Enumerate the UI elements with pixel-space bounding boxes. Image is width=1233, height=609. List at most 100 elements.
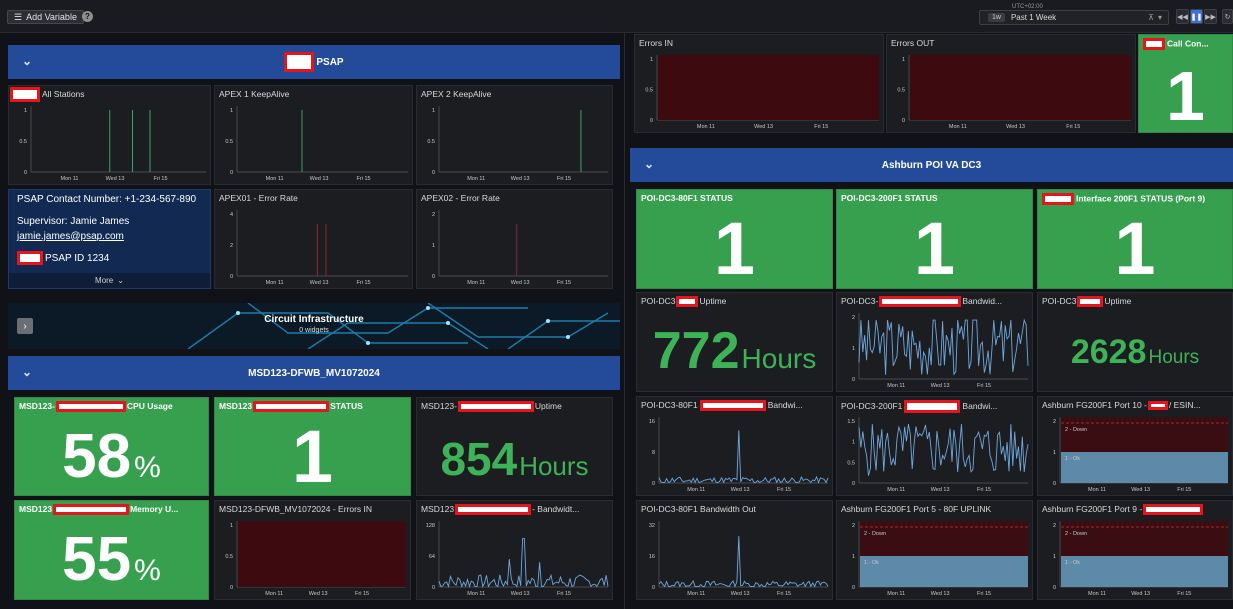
panel-fg200f1-port9[interactable]: Ashburn FG200F1 Port 9 - 2 1 0 Mon 11 Wed 13… (1037, 500, 1233, 600)
panel-apex1-keepalive[interactable]: APEX 1 KeepAlive 1 0.5 0 Mon 11 Wed 13 Fri 15 (214, 85, 413, 185)
section-header-psap[interactable]: ⌄ PSAP (8, 45, 620, 79)
chart-apex01-error-rate: 4 2 0 Mon 11 Wed 13 Fri 15 (230, 210, 408, 286)
panel-msd-uptime[interactable]: MSD123- Uptime 854Hours (416, 397, 613, 496)
stat-value: 1 (291, 415, 334, 496)
chevron-down-icon: ▾ (1157, 13, 1162, 22)
y-tick-label: 1 (1053, 554, 1056, 560)
chart-errors-in: 1 0.5 0 Mon 11 Wed 13 Fri 15 (645, 55, 879, 130)
down-label: 2 - Down (1065, 427, 1087, 433)
y-tick-label: 1 (230, 108, 233, 114)
error-region (910, 55, 1131, 120)
panel-apex01-error-rate[interactable]: APEX01 - Error Rate 4 2 0 Mon 11 Wed 13 Fri 1… (214, 189, 413, 289)
chart-errors-out: 1 0.5 0 Mon 11 Wed 13 Fri 15 (897, 55, 1131, 130)
panel-errors-out[interactable]: Errors OUT 1 0.5 0 Mon 11 Wed 13 Fri 15 (886, 34, 1136, 133)
x-tick-label: Mon 11 (887, 487, 905, 493)
section-title: MSD123-DFWB_MV1072024 (248, 367, 380, 379)
panel-fg200f1-port10[interactable]: Ashburn FG200F1 Port 10 - / ESIN... 2 1 0 Mo… (1037, 396, 1233, 496)
chevron-down-icon: ⌄ (117, 276, 124, 285)
step-back-button[interactable]: ◀◀ (1176, 9, 1189, 24)
panel-title: Interface 200F1 STATUS (Port 9) (1042, 193, 1228, 205)
panel-poi-uptime-1[interactable]: POI-DC3 Uptime 772Hours (636, 292, 833, 392)
panel-poi-80f1-status[interactable]: POI-DC3-80F1 STATUS 1 (636, 189, 833, 289)
panel-apex2-keepalive[interactable]: APEX 2 KeepAlive 1 0.5 0 Mon 11 Wed 13 Fri 15 (416, 85, 613, 185)
x-tick-label: Wed 13 (511, 591, 530, 597)
y-tick-label: 0 (432, 274, 435, 280)
supervisor-name: Supervisor: Jamie James (17, 216, 130, 227)
circuit-infrastructure-row[interactable]: › Circuit Infrastructure 0 widgets (8, 303, 620, 349)
y-tick-label: 1 (24, 108, 27, 114)
panel-title: POI-DC3-80F1 STATUS (641, 193, 733, 203)
x-tick-label: Fri 15 (357, 280, 371, 286)
step-forward-button[interactable]: ▶▶ (1204, 9, 1217, 24)
panel-poi-bandwidth-1[interactable]: POI-DC3- Bandwid... 2 1 0 Mon 11 Wed 13 Fri 15 (836, 292, 1033, 392)
series-line (658, 536, 829, 588)
down-label: 2 - Down (864, 531, 886, 537)
y-tick-label: 0 (902, 118, 905, 124)
more-button[interactable]: More ⌄ (9, 273, 210, 288)
pin-icon[interactable]: ⊼ (1148, 13, 1154, 22)
panel-poi-80f1-bandwidth-out[interactable]: POI-DC3-80F1 Bandwidth Out 32 16 0 Mon 11 We… (636, 500, 833, 600)
time-range-picker[interactable]: 1w Past 1 Week ⊼ ▾ (979, 10, 1169, 25)
stat-value: 772Hours (652, 322, 817, 380)
x-tick-label: Wed 13 (931, 591, 950, 597)
series-line (658, 430, 829, 484)
y-tick-label: 0 (230, 170, 233, 176)
panel-msd-errors-in[interactable]: MSD123-DFWB_MV1072024 - Errors IN 1 0.5 0 M… (214, 500, 411, 600)
down-label: 2 - Down (1065, 531, 1087, 537)
panel-title: POI-DC3 Uptime (641, 296, 727, 308)
panel-errors-in[interactable]: Errors IN 1 0.5 0 Mon 11 Wed 13 Fri 15 (634, 34, 884, 133)
ok-area (1061, 452, 1228, 483)
panel-interface-200f1-status[interactable]: Interface 200F1 STATUS (Port 9) 1 (1037, 189, 1233, 289)
panel-call-con[interactable]: Call Con... 1 (1138, 34, 1233, 133)
chart-fg200f1-port5: 2 1 0 Mon 11 Wed 13 Fri 15 2 - Down 1 - Ok (852, 521, 1028, 597)
x-tick-label: Wed 13 (511, 176, 530, 182)
pause-button[interactable]: ❚❚ (1190, 9, 1203, 24)
supervisor-email-link[interactable]: jamie.james@psap.com (17, 231, 124, 242)
y-tick-label: 0 (1053, 481, 1056, 487)
x-tick-label: Fri 15 (557, 591, 571, 597)
y-tick-label: 0 (432, 585, 435, 591)
x-tick-label: Mon 11 (949, 124, 967, 130)
y-tick-label: 0 (230, 274, 233, 280)
chart-poi-80f1-bandwidth-out: 32 16 0 Mon 11 Wed 13 Fri 15 (649, 521, 829, 597)
x-tick-label: Wed 13 (931, 487, 950, 493)
x-tick-label: Mon 11 (61, 176, 79, 182)
y-tick-label: 0 (852, 481, 855, 487)
section-header-msd[interactable]: ⌄ MSD123-DFWB_MV1072024 (8, 356, 620, 390)
series-line (438, 538, 609, 588)
panel-apex02-error-rate[interactable]: APEX02 - Error Rate 2 1 0 Mon 11 Wed 13 Fri 1… (416, 189, 613, 289)
y-tick-label: 1 (1053, 450, 1056, 456)
chart-msd-errors-in: 1 0.5 0 Mon 11 Wed 13 Fri 15 (225, 521, 406, 597)
panel-poi-200f1-status[interactable]: POI-DC3-200F1 STATUS 1 (836, 189, 1033, 289)
panel-msd-status[interactable]: MSD123 STATUS 1 (214, 397, 411, 496)
x-tick-label: Mon 11 (887, 383, 905, 389)
section-header-ashburn[interactable]: ⌄ Ashburn POI VA DC3 (630, 148, 1233, 182)
stat-value: 1 (1166, 57, 1205, 133)
add-variable-button[interactable]: ☰ Add Variable (7, 10, 84, 24)
ok-label: 1 - Ok (864, 560, 879, 566)
panel-all-stations[interactable]: All Stations 1 0.5 0 Mon 11 Wed 13 Fri 15 (8, 85, 211, 185)
chart-fg200f1-port10: 2 1 0 Mon 11 Wed 13 Fri 15 2 - Down 1 - Ok (1053, 417, 1228, 493)
refresh-button[interactable]: ↻ (1222, 9, 1233, 24)
panel-msd-cpu-usage[interactable]: MSD123- CPU Usage 58% (14, 397, 209, 496)
y-tick-label: 2 (230, 243, 233, 249)
panel-fg200f1-port5[interactable]: Ashburn FG200F1 Port 5 - 80F UPLINK 210M… (836, 500, 1033, 600)
down-region (1061, 417, 1228, 452)
panel-poi-uptime-2[interactable]: POI-DC3 Uptime 2628 Hours (1037, 292, 1233, 392)
circuit-widget-count: 0 widgets (299, 327, 329, 334)
x-tick-label: Fri 15 (977, 591, 991, 597)
y-tick-label: 0 (1053, 585, 1056, 591)
panel-poi-200f1-bandwidth[interactable]: POI-DC3-200F1 Bandwi... 1.5 1 0.5 0 Mon 11 Wed… (836, 396, 1033, 496)
panel-msd-memory-usage[interactable]: MSD123 Memory U... 55% (14, 500, 209, 600)
chart-fg200f1-port9: 2 1 0 Mon 11 Wed 13 Fri 15 2 - Down 1 - Ok (1053, 521, 1228, 597)
chart-apex1-keepalive: 1 0.5 0 Mon 11 Wed 13 Fri 15 (225, 106, 408, 182)
x-tick-label: Fri 15 (357, 176, 371, 182)
y-tick-label: 0 (650, 118, 653, 124)
filter-icon: ☰ (14, 11, 23, 22)
column-divider (624, 33, 625, 609)
section-title: PSAP (316, 56, 344, 68)
x-tick-label: Wed 13 (1006, 124, 1025, 130)
panel-poi-80f1-bandwidth[interactable]: POI-DC3-80F1 Bandwi... 16 8 0 Mon 11 Wed 13 Fr… (636, 396, 833, 496)
help-icon[interactable]: ? (82, 11, 93, 22)
panel-msd-bandwidth[interactable]: MSD123- Bandwidt... 128 64 0 Mon 11 Wed 13 Fr… (416, 500, 613, 600)
